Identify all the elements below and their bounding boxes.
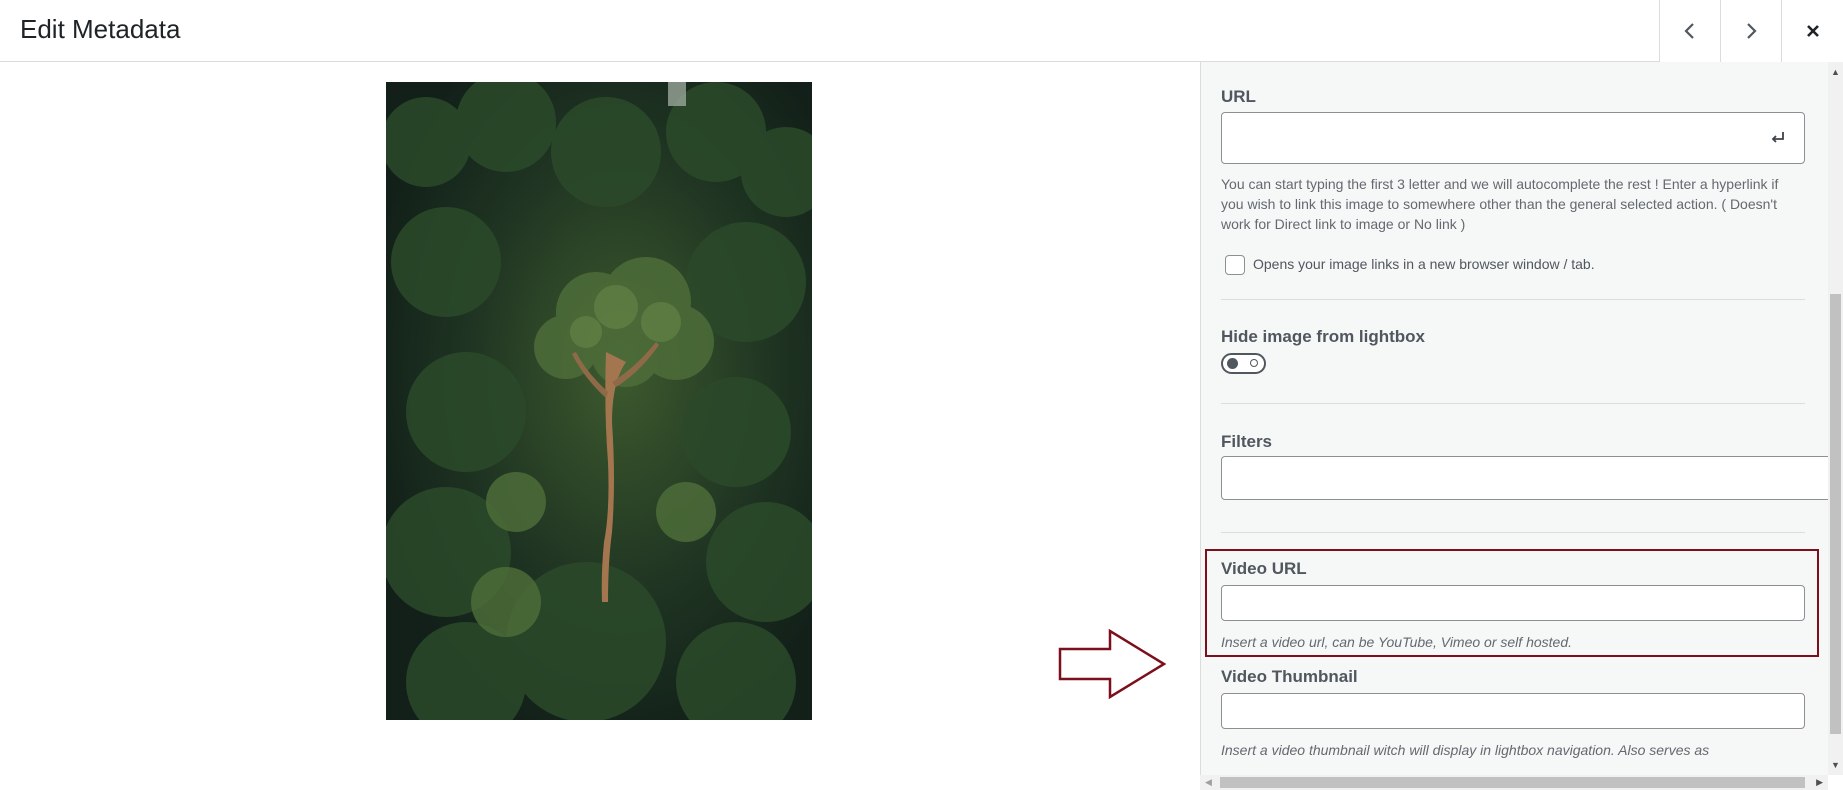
url-label: URL <box>1221 87 1256 106</box>
scrollbar-thumb[interactable] <box>1220 777 1805 788</box>
video-thumbnail-label: Video Thumbnail <box>1221 667 1358 686</box>
filters-label: Filters <box>1221 432 1273 451</box>
hide-lightbox-toggle[interactable] <box>1221 353 1266 374</box>
scroll-up-icon[interactable]: ▲ <box>1831 67 1840 77</box>
horizontal-scrollbar[interactable]: ◀ ▶ <box>1200 775 1828 790</box>
video-thumbnail-input[interactable] <box>1221 693 1805 729</box>
modal-title: Edit Metadata <box>20 14 181 44</box>
forest-photo <box>386 82 812 720</box>
scroll-right-icon[interactable]: ▶ <box>1816 777 1823 788</box>
modal-header: Edit Metadata <box>0 0 1843 62</box>
chevron-left-icon <box>1684 23 1694 39</box>
toggle-off-indicator <box>1250 359 1258 367</box>
pointer-arrow-icon <box>1058 629 1167 699</box>
chevron-right-icon <box>1747 23 1757 39</box>
vertical-scrollbar[interactable]: ▲ ▼ <box>1828 62 1843 775</box>
video-url-highlight-box <box>1205 549 1819 657</box>
toggle-knob <box>1227 358 1238 369</box>
close-button[interactable] <box>1781 0 1843 62</box>
previous-button[interactable] <box>1659 0 1720 62</box>
divider <box>1221 299 1805 300</box>
divider <box>1221 532 1805 533</box>
enter-return-icon[interactable] <box>1770 129 1786 145</box>
divider <box>1221 403 1805 404</box>
hide-lightbox-label: Hide image from lightbox <box>1221 327 1426 346</box>
url-help-text: You can start typing the first 3 letter … <box>1221 176 1779 232</box>
scroll-left-icon[interactable]: ◀ <box>1205 777 1212 788</box>
scroll-down-icon[interactable]: ▼ <box>1831 760 1840 770</box>
image-preview <box>386 82 812 720</box>
metadata-panel: URL You can start typing the first 3 let… <box>1200 62 1828 775</box>
scrollbar-thumb[interactable] <box>1830 294 1841 734</box>
video-thumbnail-help-text: Insert a video thumbnail witch will disp… <box>1221 742 1710 758</box>
new-window-checkbox[interactable] <box>1225 255 1245 275</box>
filters-input[interactable] <box>1221 456 1828 500</box>
new-window-label: Opens your image links in a new browser … <box>1253 256 1595 272</box>
image-preview-area <box>0 62 1200 790</box>
url-input[interactable] <box>1221 112 1805 164</box>
next-button[interactable] <box>1720 0 1781 62</box>
close-icon <box>1806 25 1819 37</box>
